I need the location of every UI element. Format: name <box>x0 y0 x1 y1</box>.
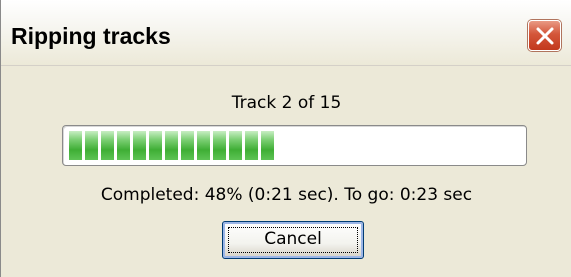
progress-segment <box>133 131 146 160</box>
close-icon <box>536 27 554 45</box>
progress-segment <box>149 131 162 160</box>
progress-segment <box>165 131 178 160</box>
close-button[interactable] <box>528 20 561 51</box>
progress-segment <box>101 131 114 160</box>
progress-segment <box>197 131 210 160</box>
progress-segment <box>261 131 274 160</box>
progress-segment <box>213 131 226 160</box>
progress-bar <box>62 125 527 166</box>
progress-segment <box>229 131 242 160</box>
progress-segment <box>85 131 98 160</box>
cancel-button-label: Cancel <box>264 229 322 249</box>
progress-status: Completed: 48% (0:21 sec). To go: 0:23 s… <box>100 185 473 205</box>
title-bar[interactable]: Ripping tracks <box>1 0 571 66</box>
progress-segment <box>181 131 194 160</box>
ripping-dialog: Ripping tracks Track 2 of 15 Completed: … <box>0 0 571 277</box>
progress-segment <box>245 131 258 160</box>
window-title: Ripping tracks <box>11 23 171 49</box>
progress-segment <box>117 131 130 160</box>
cancel-button[interactable]: Cancel <box>222 221 364 259</box>
progress-segment <box>69 131 82 160</box>
track-counter: Track 2 of 15 <box>231 93 342 113</box>
progress-fill <box>69 131 274 160</box>
